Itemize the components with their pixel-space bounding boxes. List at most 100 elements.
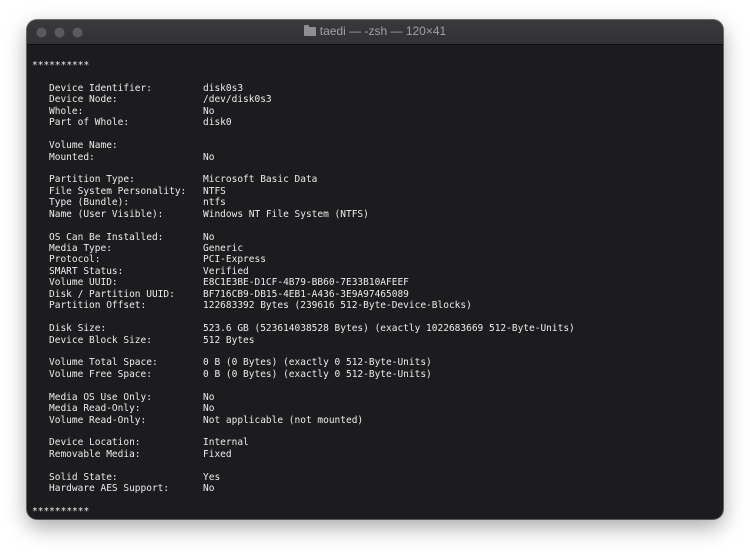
info-row: Removable Media: Fixed (32, 449, 719, 460)
window-title: taedi — -zsh — 120×41 (319, 24, 447, 38)
info-label: Type (Bundle): (49, 197, 130, 209)
info-row: Volume Name: (32, 140, 719, 151)
info-row: Volume UUID: E8C1E3BE-D1CF-4B79-BB60-7E33… (32, 277, 719, 288)
info-value: No (203, 483, 215, 495)
info-label: Media Read-Only: (49, 403, 141, 415)
info-row: Device Identifier: disk0s3 (32, 83, 719, 94)
info-label: Name (User Visible): (49, 208, 164, 220)
info-value: PCI-Express (203, 254, 266, 266)
info-value: Yes (203, 471, 221, 483)
info-value: No (203, 231, 215, 243)
info-row: Media Type: Generic (32, 243, 719, 254)
info-label: Mounted: (49, 151, 95, 163)
info-label: Part of Whole: (49, 117, 130, 129)
info-row: Volume Total Space: 0 B (0 Bytes) (exactl… (32, 357, 719, 368)
info-value: ntfs (203, 197, 226, 209)
info-label: Volume Free Space: (49, 368, 152, 380)
info-row: Hardware AES Support: No (32, 483, 719, 494)
info-row: Whole: No (32, 106, 719, 117)
info-value: NTFS (203, 185, 226, 197)
info-row: Solid State: Yes (32, 472, 719, 483)
info-value: Windows NT File System (NTFS) (203, 208, 369, 220)
info-row: Name (User Visible): Windows NT File Syst… (32, 209, 719, 220)
info-row: Part of Whole: disk0 (32, 117, 719, 128)
info-label: Volume Read-Only: (49, 414, 147, 426)
info-row: Disk / Partition UUID: BF716CB9-DB15-4EB1… (32, 289, 719, 300)
info-label: Solid State: (49, 471, 118, 483)
info-value: 512 Bytes (203, 334, 255, 346)
info-row: Device Location: Internal (32, 437, 719, 448)
info-label: Disk Size: (49, 323, 107, 335)
info-value: BF716CB9-DB15-4EB1-A436-3E9A97465089 (203, 288, 409, 300)
separator-bottom: ********** (32, 506, 90, 518)
info-row: Partition Type: Microsoft Basic Data (32, 174, 719, 185)
info-row: Media OS Use Only: No (32, 392, 719, 403)
info-row: Type (Bundle): ntfs (32, 197, 719, 208)
info-value: 523.6 GB (523614038528 Bytes) (exactly 1… (203, 323, 575, 335)
info-label: Device Location: (49, 437, 141, 449)
folder-icon (303, 25, 316, 36)
disk-info-list: Device Identifier: disk0s3 Device Node: /de… (32, 83, 719, 495)
info-value: /dev/disk0s3 (203, 94, 272, 106)
info-label: SMART Status: (49, 265, 124, 277)
info-label: Hardware AES Support: (49, 483, 170, 495)
window-title-area: taedi — -zsh — 120×41 (27, 24, 723, 38)
terminal-window: taedi — -zsh — 120×41 ********** Device … (27, 20, 723, 519)
info-value: 0 B (0 Bytes) (exactly 0 512-Byte-Units) (203, 368, 432, 380)
info-label: Media Type: (49, 243, 112, 254)
info-value: Verified (203, 265, 249, 277)
info-label: Removable Media: (49, 448, 141, 460)
terminal-output[interactable]: ********** Device Identifier: disk0s3 Devi… (27, 45, 723, 518)
info-value: No (203, 105, 215, 117)
info-label: Volume Total Space: (49, 357, 158, 369)
info-value: Not applicable (not mounted) (203, 414, 364, 426)
info-row: Media Read-Only: No (32, 403, 719, 414)
info-value: No (203, 151, 215, 163)
info-label: Volume Name: (49, 140, 118, 152)
info-row: Volume Read-Only: Not applicable (not mou… (32, 415, 719, 426)
info-label: Device Identifier: (49, 82, 152, 94)
info-label: OS Can Be Installed: (49, 231, 164, 243)
info-row: Device Node: /dev/disk0s3 (32, 94, 719, 105)
title-bar[interactable]: taedi — -zsh — 120×41 (27, 20, 723, 45)
info-value: Fixed (203, 448, 232, 460)
info-row: SMART Status: Verified (32, 266, 719, 277)
info-value: E8C1E3BE-D1CF-4B79-BB60-7E33B10AFEEF (203, 277, 409, 289)
separator-top: ********** (32, 60, 90, 71)
info-label: Media OS Use Only: (49, 391, 152, 403)
info-label: Device Node: (49, 94, 118, 106)
info-label: Whole: (49, 105, 84, 117)
info-value: Generic (203, 243, 244, 254)
info-value: Microsoft Basic Data (203, 174, 318, 186)
info-value: No (203, 403, 215, 415)
info-value: No (203, 391, 215, 403)
info-label: File System Personality: (49, 185, 187, 197)
info-value: 0 B (0 Bytes) (exactly 0 512-Byte-Units) (203, 357, 432, 369)
info-value: disk0 (203, 117, 232, 129)
info-value: disk0s3 (203, 82, 244, 94)
info-row: Partition Offset: 122683392 Bytes (239616… (32, 300, 719, 311)
info-row: Mounted: No (32, 152, 719, 163)
info-row: Protocol: PCI-Express (32, 254, 719, 265)
info-row: File System Personality: NTFS (32, 186, 719, 197)
info-label: Disk / Partition UUID: (49, 288, 175, 300)
info-label: Device Block Size: (49, 334, 152, 346)
info-row: OS Can Be Installed: No (32, 232, 719, 243)
info-label: Volume UUID: (49, 277, 118, 289)
info-row: Device Block Size: 512 Bytes (32, 335, 719, 346)
info-value: Internal (203, 437, 249, 449)
info-label: Partition Offset: (49, 300, 147, 312)
info-label: Partition Type: (49, 174, 135, 186)
info-row: Disk Size: 523.6 GB (523614038528 Bytes) … (32, 323, 719, 334)
info-row: Volume Free Space: 0 B (0 Bytes) (exactly… (32, 369, 719, 380)
